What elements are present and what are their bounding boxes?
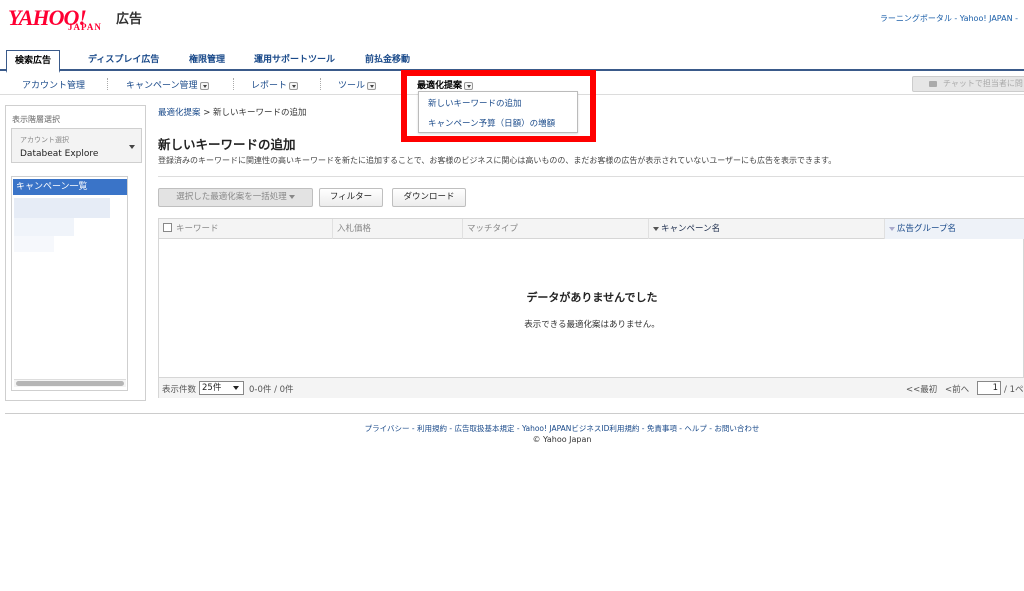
- breadcrumb: 最適化提案 > 新しいキーワードの追加: [158, 106, 307, 118]
- tree-item-campaign-list[interactable]: キャンペーン一覧: [13, 179, 127, 195]
- page-number-input[interactable]: 1: [977, 381, 1001, 395]
- chat-icon: [929, 81, 937, 87]
- tree-scrollbar-thumb[interactable]: [16, 381, 124, 386]
- column-match-type[interactable]: マッチタイプ: [463, 219, 649, 239]
- chat-button[interactable]: チャットで担当者に問: [912, 76, 1024, 92]
- blurred-item: [14, 236, 54, 252]
- yahoo-logo-sub: JAPAN: [68, 22, 102, 32]
- download-button[interactable]: ダウンロード: [392, 188, 466, 207]
- suggestions-table: キーワード 入札価格 マッチタイプ キャンペーン名 広告グループ名 データがあり…: [158, 218, 1024, 398]
- chevron-down-icon: [289, 81, 299, 90]
- menu-optimization-label: 最適化提案: [417, 81, 463, 91]
- main-tabs: 検索広告 ディスプレイ広告 権限管理 運用サポートツール 前払金移動: [0, 46, 1024, 73]
- chat-button-label: チャットで担当者に問: [943, 79, 1023, 88]
- dropdown-item-increase-budget[interactable]: キャンペーン予算（日額）の増額: [428, 117, 555, 129]
- first-page-link[interactable]: <<最初: [906, 383, 937, 395]
- per-page-label: 表示件数: [162, 385, 197, 395]
- select-all-checkbox[interactable]: [163, 223, 172, 232]
- sort-icon: [889, 226, 895, 231]
- hierarchy-title: 表示階層選択: [12, 115, 60, 124]
- tab-prepaid-transfer[interactable]: 前払金移動: [357, 50, 418, 71]
- menu-report-label: レポート: [251, 81, 288, 91]
- menu-tools-label: ツール: [338, 81, 366, 91]
- account-select[interactable]: アカウント選択 Databeat Explore: [11, 128, 142, 163]
- tab-display-ads[interactable]: ディスプレイ広告: [80, 50, 167, 71]
- menu-optimization[interactable]: 最適化提案: [417, 78, 474, 91]
- campaign-tree: キャンペーン一覧: [11, 176, 128, 391]
- optimization-dropdown: 新しいキーワードの追加 キャンペーン予算（日額）の増額: [418, 91, 578, 133]
- empty-state-message: 表示できる最適化案はありません。: [524, 320, 660, 330]
- page-description: 登録済みのキーワードに関連性の高いキーワードを新たに追加することで、お客様のビジ…: [158, 156, 837, 165]
- menu-separator: [320, 78, 321, 90]
- table-header: キーワード 入札価格 マッチタイプ キャンペーン名 広告グループ名: [159, 219, 1024, 239]
- empty-state-title: データがありませんでした: [526, 291, 658, 304]
- footer-divider: [5, 413, 1024, 414]
- menu-tools[interactable]: ツール: [338, 78, 377, 91]
- tab-search-ads[interactable]: 検索広告: [6, 50, 61, 73]
- copyright: © Yahoo Japan: [532, 435, 592, 444]
- per-page-value: 25件: [202, 383, 222, 393]
- account-select-value: Databeat Explore: [20, 149, 99, 159]
- bulk-process-button[interactable]: 選択した最適化案を一括処理: [158, 188, 313, 207]
- column-keyword-label: キーワード: [176, 224, 219, 234]
- filter-button[interactable]: フィルター: [319, 188, 383, 207]
- learning-portal-link[interactable]: ラーニングポータル - Yahoo! JAPAN -: [880, 13, 1018, 24]
- menu-campaign-label: キャンペーン管理: [126, 81, 198, 91]
- chevron-down-icon: [129, 145, 135, 149]
- chevron-down-icon: [464, 81, 474, 90]
- caret-down-icon: [288, 194, 295, 199]
- column-campaign-label: キャンペーン名: [661, 224, 721, 234]
- breadcrumb-current: 新しいキーワードの追加: [213, 108, 307, 118]
- menu-account-management[interactable]: アカウント管理: [22, 78, 85, 91]
- sort-desc-icon: [653, 226, 659, 231]
- logo-ad-label: 広告: [116, 12, 143, 27]
- page-total: / 1ペ: [1004, 385, 1024, 395]
- breadcrumb-optimization-link[interactable]: 最適化提案: [158, 108, 201, 118]
- prev-page-link[interactable]: <前へ: [945, 383, 969, 395]
- column-campaign-name[interactable]: キャンペーン名: [649, 219, 885, 239]
- menu-campaign-management[interactable]: キャンペーン管理: [126, 78, 209, 91]
- column-ad-group-label: 広告グループ名: [897, 224, 956, 234]
- account-select-label: アカウント選択: [20, 136, 69, 144]
- table-footer: 表示件数 25件 0-0件 / 0件 <<最初 <前へ 1 / 1ペ: [159, 377, 1024, 398]
- chevron-down-icon: [199, 81, 209, 90]
- dropdown-item-add-keywords[interactable]: 新しいキーワードの追加: [428, 97, 522, 109]
- menu-separator: [233, 78, 234, 90]
- page-title: 新しいキーワードの追加: [158, 137, 296, 152]
- per-page-select[interactable]: 25件: [199, 381, 244, 395]
- column-ad-group-name[interactable]: 広告グループ名: [885, 219, 1024, 239]
- column-keyword[interactable]: キーワード: [159, 219, 333, 239]
- footer-links[interactable]: プライバシー - 利用規約 - 広告取扱基本規定 - Yahoo! JAPANビ…: [0, 423, 1024, 434]
- bulk-process-label: 選択した最適化案を一括処理: [176, 192, 287, 202]
- menu-report[interactable]: レポート: [251, 78, 299, 91]
- tab-support-tools[interactable]: 運用サポートツール: [246, 50, 343, 71]
- tree-scrollbar[interactable]: [14, 379, 126, 387]
- blurred-item: [14, 198, 110, 218]
- column-bid[interactable]: 入札価格: [333, 219, 463, 239]
- chevron-down-icon: [367, 81, 377, 90]
- chevron-down-icon: [233, 386, 239, 390]
- record-count: 0-0件 / 0件: [249, 385, 294, 395]
- breadcrumb-separator: >: [203, 108, 211, 118]
- tab-permissions[interactable]: 権限管理: [181, 50, 233, 71]
- menu-separator: [107, 78, 108, 90]
- menu-account-label: アカウント管理: [22, 81, 86, 91]
- divider: [158, 176, 1024, 177]
- hierarchy-panel: 表示階層選択 アカウント選択 Databeat Explore キャンペーン一覧: [5, 105, 146, 401]
- blurred-item: [14, 218, 74, 236]
- header: YAHOO! JAPAN 広告 ラーニングポータル - Yahoo! JAPAN…: [0, 0, 1024, 42]
